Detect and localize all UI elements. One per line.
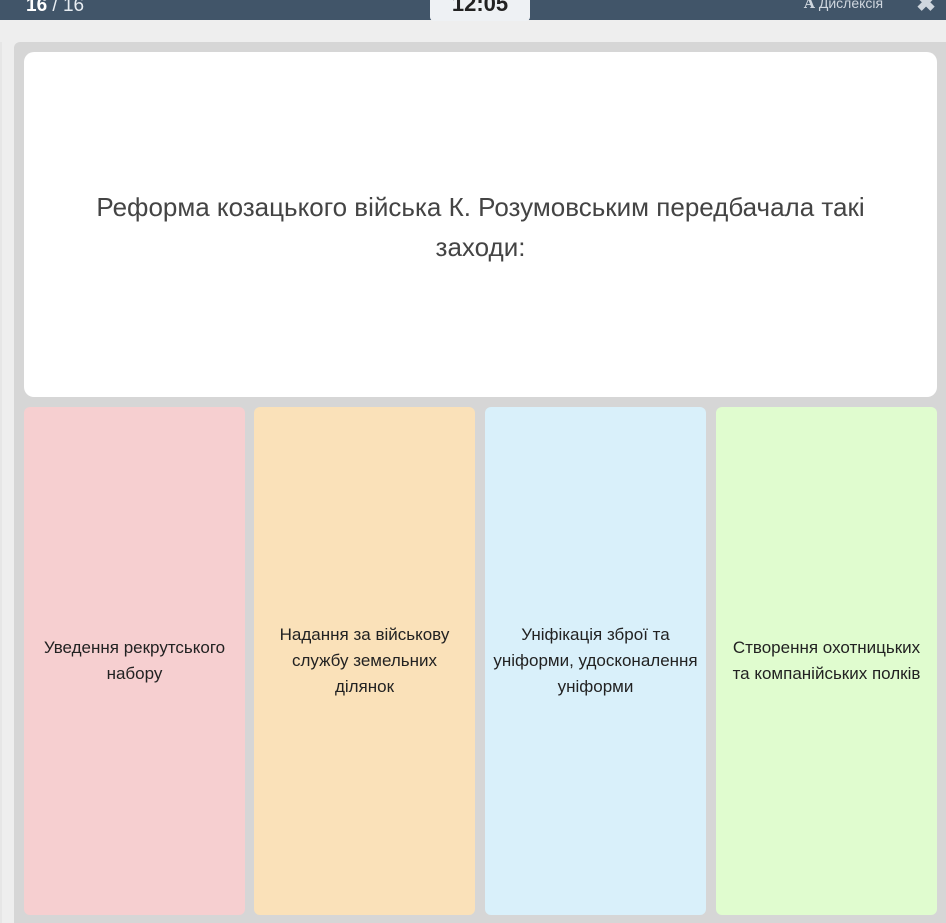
question-separator: / (52, 0, 58, 16)
left-edge (0, 42, 2, 923)
answer-label: Створення охотницьких та компанійських п… (732, 638, 921, 683)
question-counter: 16 / 16 (26, 0, 84, 18)
dyslexia-label: Дислексія (818, 0, 884, 11)
answer-option-4[interactable]: Створення охотницьких та компанійських п… (716, 407, 937, 915)
question-total: 16 (62, 0, 85, 16)
question-text: Реформа козацького війська К. Розумовськ… (96, 191, 865, 262)
question-card: Реформа козацького війська К. Розумовськ… (24, 52, 937, 397)
close-button[interactable]: ✖ (914, 0, 938, 18)
close-icon: ✖ (915, 0, 937, 17)
answer-option-3[interactable]: Уніфікація зброї та уніформи, удосконале… (485, 407, 706, 915)
font-icon: A (804, 0, 815, 12)
answer-label: Уведення рекрутського набору (43, 638, 226, 683)
question-current: 16 (26, 0, 48, 16)
dyslexia-toggle[interactable]: A Дислексія (804, 0, 883, 13)
top-bar: 16 / 16 12:05 A Дислексія ✖ (0, 0, 946, 21)
answer-label: Уніфікація зброї та уніформи, удосконале… (493, 625, 698, 696)
answer-option-1[interactable]: Уведення рекрутського набору (24, 407, 245, 915)
timer: 12:05 (430, 0, 530, 21)
answer-option-2[interactable]: Надання за військову службу земельних ді… (254, 407, 475, 915)
answer-label: Надання за військову службу земельних ді… (279, 625, 450, 696)
